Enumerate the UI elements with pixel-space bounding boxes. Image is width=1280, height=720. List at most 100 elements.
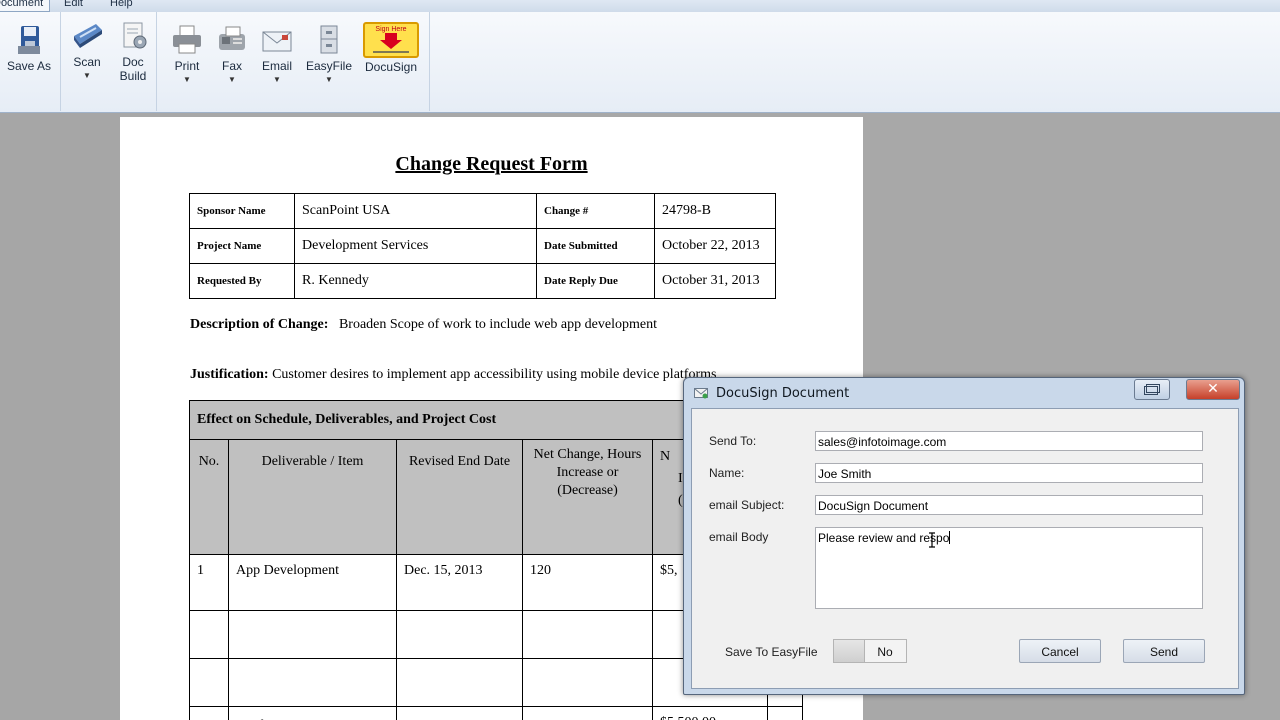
table-row: Requested By R. Kennedy Date Reply Due O… <box>189 263 776 299</box>
submitted-label: Date Submitted <box>536 228 655 264</box>
scan-button[interactable]: Scan ▼ <box>65 20 109 80</box>
header-cost-line-2: I <box>678 471 683 486</box>
dialog-body: Send To: sales@infotoimage.com Name: Joe… <box>691 408 1239 689</box>
dialog-title-bar[interactable]: DocuSign Document ✕ <box>684 378 1244 408</box>
print-dropdown-icon[interactable]: ▼ <box>165 75 209 84</box>
cancel-button[interactable]: Cancel <box>1019 639 1101 663</box>
print-label: Print <box>174 59 200 73</box>
easyfile-dropdown-icon[interactable]: ▼ <box>301 75 357 84</box>
table-row: Sponsor Name ScanPoint USA Change # 2479… <box>189 193 776 229</box>
ribbon-group-output: Print ▼ Fax ▼ Email ▼ EasyFile ▼ Sign He… <box>157 12 430 111</box>
empty-cell <box>228 610 397 659</box>
description-value: Broaden Scope of work to include web app… <box>338 317 657 332</box>
empty-cell <box>189 658 229 707</box>
totals-label: Totals <box>228 706 397 720</box>
envelope-icon <box>262 31 292 52</box>
tab-help[interactable]: Help <box>110 0 133 9</box>
empty-cell <box>228 658 397 707</box>
requested-label: Requested By <box>189 263 295 299</box>
row1-hours: 120 <box>522 554 653 611</box>
doc-build-label-1: Doc <box>122 55 144 69</box>
print-button[interactable]: Print ▼ <box>165 24 209 84</box>
row1-end-date: Dec. 15, 2013 <box>396 554 523 611</box>
empty-cell <box>189 706 229 720</box>
toggle-knob[interactable] <box>834 640 865 662</box>
doc-build-button[interactable]: Doc Build <box>111 20 155 83</box>
page-title: Change Request Form <box>395 153 588 175</box>
scan-dropdown-icon[interactable]: ▼ <box>65 71 109 80</box>
reply-label: Date Reply Due <box>536 263 655 299</box>
envelope-icon <box>694 388 708 399</box>
description-label: Description of Change: <box>190 317 329 332</box>
header-end-date: Revised End Date <box>396 439 523 555</box>
change-value: 24798-B <box>654 193 776 229</box>
empty-cell <box>189 610 229 659</box>
printer-icon <box>173 25 201 54</box>
description-line: Description of Change: Broaden Scope of … <box>190 317 657 333</box>
left-pane <box>0 113 120 720</box>
sponsor-label: Sponsor Name <box>189 193 295 229</box>
tab-document[interactable]: Document <box>0 0 51 12</box>
save-as-button[interactable]: Save As <box>4 24 54 73</box>
table-row: Project Name Development Services Date S… <box>189 228 776 264</box>
sign-here-icon-text: Sign Here <box>375 26 406 33</box>
totals-row: Totals $5,500.00 <box>189 706 803 720</box>
body-field[interactable]: Please review and respo <box>815 527 1203 609</box>
row1-item: App Development <box>228 554 397 611</box>
save-easyfile-label: Save To EasyFile <box>725 645 818 659</box>
easyfile-button[interactable]: EasyFile ▼ <box>301 24 357 84</box>
ribbon-tab-bar: Document Edit Help <box>0 0 1280 12</box>
subject-label: email Subject: <box>709 498 785 512</box>
sign-here-icon: Sign Here <box>363 22 419 58</box>
project-label: Project Name <box>189 228 295 264</box>
text-cursor-icon <box>929 532 935 548</box>
document-gear-icon <box>123 22 147 49</box>
empty-cell <box>522 706 653 720</box>
email-dropdown-icon[interactable]: ▼ <box>255 75 299 84</box>
email-label: Email <box>261 59 292 73</box>
empty-cell <box>767 706 803 720</box>
subject-field[interactable]: DocuSign Document <box>815 495 1203 515</box>
docusign-dialog: DocuSign Document ✕ Send To: sales@infot… <box>683 377 1245 695</box>
justification-label: Justification: <box>190 367 269 382</box>
docusign-button[interactable]: Sign Here DocuSign <box>361 22 421 74</box>
send-to-field[interactable]: sales@infotoimage.com <box>815 431 1203 451</box>
empty-cell <box>522 658 653 707</box>
save-as-label: Save As <box>6 59 52 73</box>
empty-cell <box>396 706 523 720</box>
ribbon-group-file: Save As <box>0 12 61 111</box>
restore-icon <box>1144 384 1160 395</box>
submitted-value: October 22, 2013 <box>654 228 776 264</box>
send-to-label: Send To: <box>709 434 757 448</box>
name-field[interactable]: Joe Smith <box>815 463 1203 483</box>
scanner-icon <box>74 24 102 48</box>
header-no: No. <box>189 439 229 555</box>
requested-value: R. Kennedy <box>294 263 537 299</box>
sponsor-value: ScanPoint USA <box>294 193 537 229</box>
doc-build-label-2: Build <box>119 69 147 83</box>
fax-label: Fax <box>221 59 242 73</box>
fax-dropdown-icon[interactable]: ▼ <box>210 75 254 84</box>
row1-no: 1 <box>189 554 229 611</box>
reply-value: October 31, 2013 <box>654 263 776 299</box>
scan-label: Scan <box>73 55 101 69</box>
floppy-disk-icon <box>18 26 40 54</box>
tab-edit[interactable]: Edit <box>64 0 83 9</box>
fax-icon <box>219 26 245 50</box>
change-label: Change # <box>536 193 655 229</box>
close-button[interactable]: ✕ <box>1186 379 1240 400</box>
text-caret <box>949 531 951 544</box>
empty-cell <box>522 610 653 659</box>
project-value: Development Services <box>294 228 537 264</box>
totals-cost: $5,500.00 <box>652 706 768 720</box>
header-net-line-2: Increase or <box>556 465 619 480</box>
name-label: Name: <box>709 466 745 480</box>
docusign-label: DocuSign <box>364 60 418 74</box>
fax-button[interactable]: Fax ▼ <box>210 24 254 84</box>
send-button[interactable]: Send <box>1123 639 1205 663</box>
close-icon: ✕ <box>1207 381 1219 397</box>
email-button[interactable]: Email ▼ <box>255 24 299 84</box>
body-label: email Body <box>709 530 769 544</box>
restore-button[interactable] <box>1134 379 1170 400</box>
save-easyfile-toggle[interactable]: No <box>833 639 907 663</box>
